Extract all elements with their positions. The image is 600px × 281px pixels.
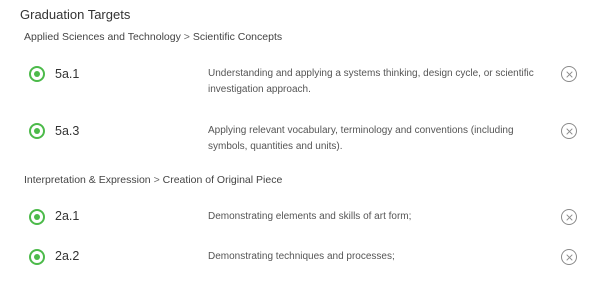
close-circle-icon[interactable] [561, 249, 577, 265]
target-description: Demonstrating techniques and processes; [208, 251, 395, 262]
group-topic-label: Scientific Concepts [192, 31, 283, 43]
radio-checked-icon[interactable] [29, 249, 45, 265]
target-description: Demonstrating elements and skills of art… [208, 211, 412, 222]
radio-checked-icon[interactable] [29, 123, 45, 139]
target-code: 2a.1 [55, 209, 80, 223]
close-circle-icon[interactable] [561, 209, 577, 225]
target-code: 5a.1 [55, 67, 80, 81]
close-circle-icon[interactable] [561, 66, 577, 82]
group-path-breadcrumb: Applied Sciences and Technology > Scient… [24, 30, 282, 44]
page-title: Graduation Targets [20, 7, 131, 22]
breadcrumb-separator: > [153, 174, 160, 186]
group-topic-label: Creation of Original Piece [162, 174, 283, 186]
group-area-label: Applied Sciences and Technology [24, 31, 181, 43]
radio-checked-icon[interactable] [29, 209, 45, 225]
target-description: Understanding and applying a systems thi… [208, 68, 534, 95]
breadcrumb-separator: > [183, 31, 190, 43]
radio-checked-icon[interactable] [29, 66, 45, 82]
group-area-label: Interpretation & Expression [24, 174, 151, 186]
group-path-breadcrumb: Interpretation & Expression > Creation o… [24, 173, 282, 187]
target-code: 2a.2 [55, 249, 80, 263]
target-description: Applying relevant vocabulary, terminolog… [208, 125, 514, 152]
target-code: 5a.3 [55, 124, 80, 138]
close-circle-icon[interactable] [561, 123, 577, 139]
